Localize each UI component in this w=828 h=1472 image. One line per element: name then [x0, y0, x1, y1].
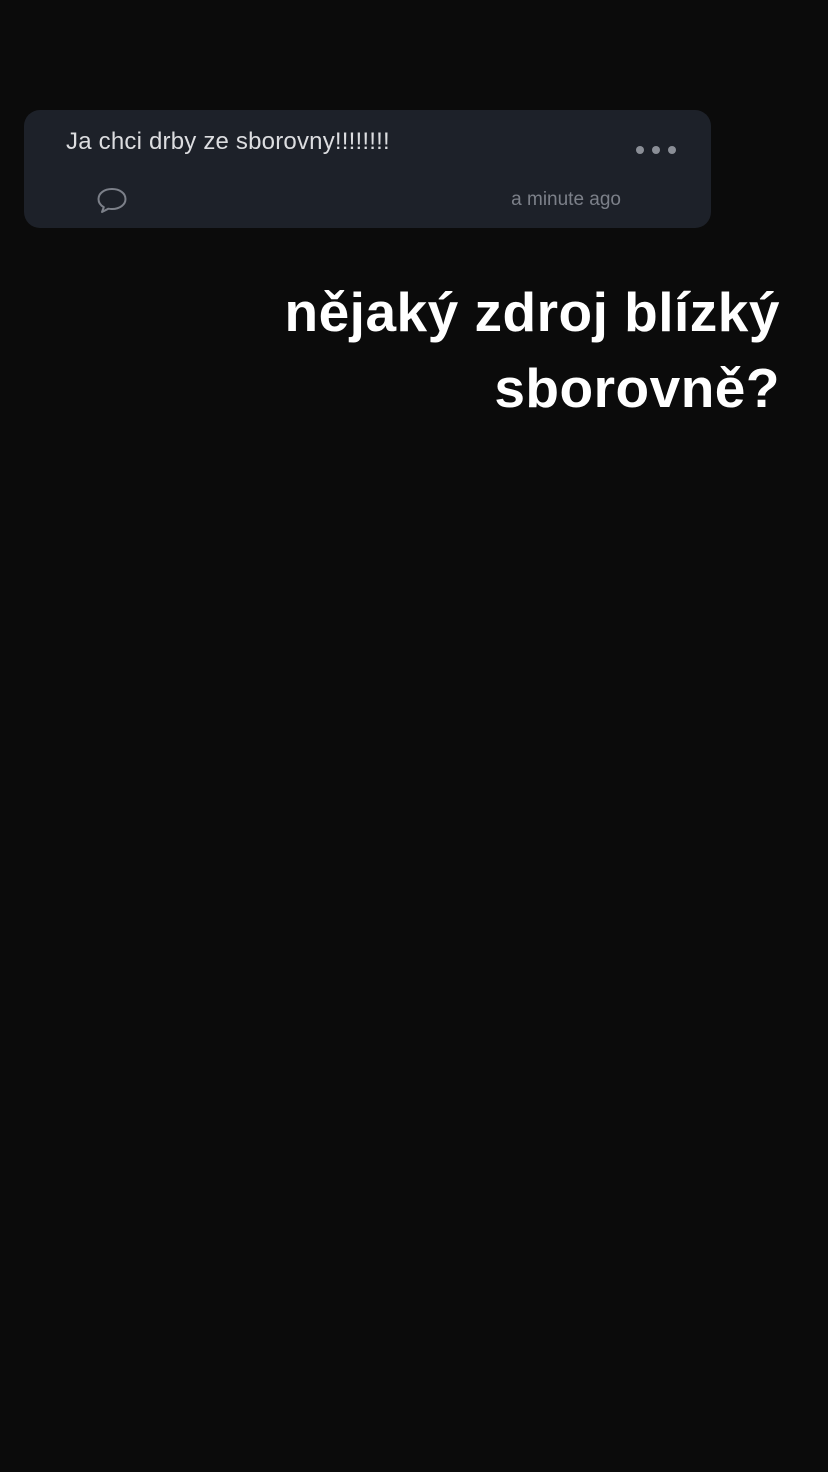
question-text: Ja chci drby ze sborovny!!!!!!!! [66, 128, 390, 155]
more-dot [652, 146, 660, 154]
more-options-icon[interactable] [636, 144, 676, 156]
timestamp: a minute ago [511, 189, 621, 210]
more-dot [668, 146, 676, 154]
story-caption: nějaký zdroj blízký sborovně? [284, 281, 780, 419]
question-card: Ja chci drby ze sborovny!!!!!!!! a minut… [24, 110, 711, 228]
more-dot [636, 146, 644, 154]
comment-icon[interactable] [96, 186, 128, 214]
